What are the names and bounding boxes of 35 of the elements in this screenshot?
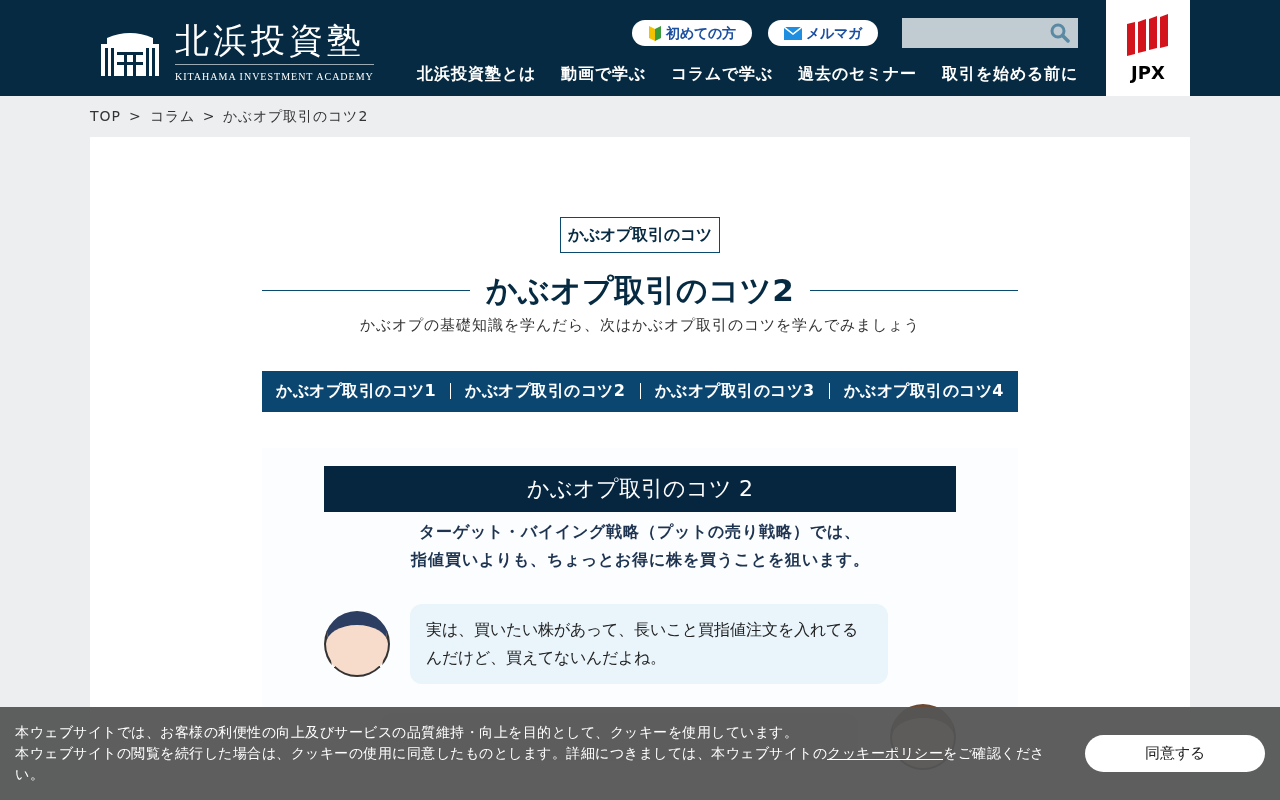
article-tab[interactable]: かぶオプ取引のコツ3 [640, 379, 829, 404]
cookie-notice: 本ウェブサイトの閲覧を続行した場合は、クッキーの使用に同意したものとします。詳細につきましては、本ウェブサイトのクッキーポリシーをご確認ください。 [15, 744, 1046, 784]
article-title: かぶオプ取引のコツ2 [485, 271, 795, 310]
logo-subtitle: KITAHAMA INVESTMENT ACADEMY [175, 70, 374, 84]
breadcrumb-link[interactable]: TOP [90, 106, 121, 127]
category-tag: かぶオプ取引のコツ [560, 217, 720, 253]
quick-link-button[interactable]: メルマガ [768, 20, 878, 46]
partner-logo[interactable]: JPX [1106, 0, 1190, 96]
agree-button[interactable]: 同意する [1085, 735, 1265, 772]
article-lead: かぶオプの基礎知識を学んだら、次はかぶオプ取引のコツを学んでみましょう [360, 314, 920, 336]
nav-link[interactable]: 北浜投資塾とは [417, 62, 536, 86]
figure-heading: かぶオプ取引のコツ 2 [324, 465, 956, 512]
breadcrumb-separator: > [129, 107, 142, 126]
quick-link-button[interactable]: 初めての方 [632, 20, 752, 46]
figure-intro: 指値買いよりも、ちょっとお得に株を買うことを狙います。 [410, 548, 870, 571]
logo-title: 北浜投資塾 [175, 20, 374, 65]
nav-link[interactable]: コラムで学ぶ [671, 62, 773, 86]
article-tab[interactable]: かぶオプ取引のコツ4 [829, 379, 1018, 404]
cookie-notice: 本ウェブサイトでは、お客様の利便性の向上及びサービスの品質維持・向上を目的として、クッキーを使用しています。 [15, 723, 799, 742]
nav-link[interactable]: 過去のセミナー [798, 62, 917, 86]
breadcrumb-link[interactable]: コラム [149, 106, 195, 127]
envelope-icon [784, 26, 802, 40]
breadcrumb-separator: > [202, 107, 216, 126]
leaf-icon [648, 24, 662, 42]
speech-bubble: 実は、買いたい株があって、長いこと買指値注文を入れてるんだけど、買えてないんだよね。 [410, 603, 888, 684]
search-field[interactable] [902, 18, 1078, 48]
breadcrumb-link[interactable]: かぶオプ取引のコツ2 [223, 106, 369, 127]
logo-text: JPX [1131, 64, 1165, 82]
figure-intro: ターゲット・バイイング戦略（プットの売り戦略）では、 [419, 520, 861, 543]
nav-link[interactable]: 取引を始める前に [942, 62, 1078, 86]
search-icon[interactable] [1050, 23, 1070, 43]
article-tab[interactable]: かぶオプ取引のコツ1 [262, 379, 451, 404]
article-tab[interactable]: かぶオプ取引のコツ2 [451, 379, 640, 404]
nav-link[interactable]: 動画で学ぶ [561, 62, 646, 86]
cookie-policy-link[interactable]: クッキーポリシー [827, 745, 943, 761]
